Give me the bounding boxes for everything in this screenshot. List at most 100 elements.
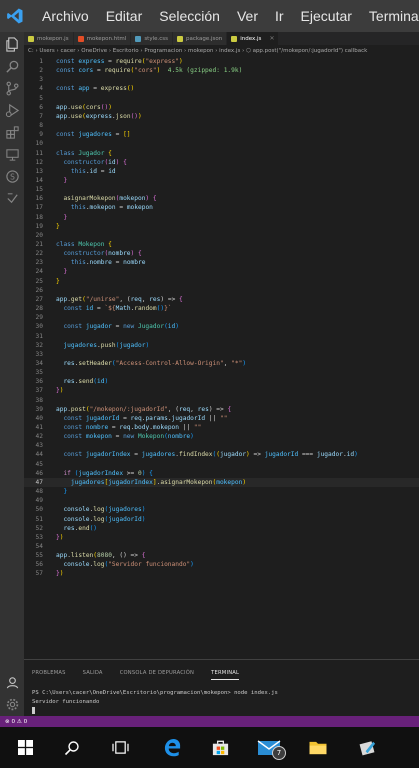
- tab-package-json[interactable]: package.json: [173, 32, 228, 45]
- menu-ver[interactable]: Ver: [237, 8, 258, 24]
- tab-terminal[interactable]: TERMINAL: [211, 670, 240, 680]
- remote-explorer-icon[interactable]: [3, 145, 21, 163]
- code-line[interactable]: 9 const jugadores = []: [24, 130, 419, 139]
- store-icon[interactable]: [205, 727, 235, 768]
- terminal-output[interactable]: PS C:\Users\cacer\OneDrive\Escritorio\pr…: [32, 689, 278, 716]
- code-line[interactable]: 8: [24, 121, 419, 130]
- code-line[interactable]: 1 const express = require("express"): [24, 57, 419, 66]
- code-line[interactable]: 23 this.nombre = nombre: [24, 258, 419, 267]
- code-line[interactable]: 50 console.log(jugadores): [24, 505, 419, 514]
- code-line[interactable]: 38: [24, 396, 419, 405]
- code-line[interactable]: 26: [24, 286, 419, 295]
- tab-style-css[interactable]: style.css: [131, 32, 174, 45]
- task-view-icon[interactable]: [105, 727, 135, 768]
- breadcrumb[interactable]: C: › Users › cacer › OneDrive › Escritor…: [24, 45, 419, 56]
- settings-gear-icon[interactable]: [3, 695, 21, 713]
- code-line[interactable]: 17 this.mokepon = mokepon: [24, 203, 419, 212]
- code-line[interactable]: 24 }: [24, 267, 419, 276]
- code-token: app: [78, 85, 90, 93]
- tab-mokepon-js[interactable]: mokepon.js: [24, 32, 74, 45]
- code-line[interactable]: 11 class Jugador {: [24, 149, 419, 158]
- code-line[interactable]: 40 const jugadorId = req.params.jugadorI…: [24, 414, 419, 423]
- code-line[interactable]: 41 const nombre = req.body.mokepon || "": [24, 423, 419, 432]
- code-line[interactable]: 19}: [24, 222, 419, 231]
- code-line[interactable]: 20: [24, 231, 419, 240]
- file-explorer-icon[interactable]: [303, 727, 333, 768]
- run-debug-icon[interactable]: [3, 101, 21, 119]
- code-line[interactable]: 3: [24, 75, 419, 84]
- live-share-icon[interactable]: S: [3, 167, 21, 185]
- code-line[interactable]: 7 app.use(express.json()): [24, 112, 419, 121]
- account-icon[interactable]: [3, 673, 21, 691]
- code-line[interactable]: 36 res.send(id): [24, 377, 419, 386]
- close-tab-icon[interactable]: ✕: [269, 35, 274, 42]
- code-line[interactable]: 28 const id = `${Math.random()}`: [24, 304, 419, 313]
- code-line[interactable]: 51 console.log(jugadorId): [24, 515, 419, 524]
- code-line[interactable]: 5: [24, 94, 419, 103]
- code-line[interactable]: 21 class Mokepon {: [24, 240, 419, 249]
- testing-icon[interactable]: [3, 189, 21, 207]
- notes-icon[interactable]: [352, 727, 382, 768]
- tab-salida[interactable]: SALIDA: [83, 670, 103, 680]
- code-line[interactable]: 18 }: [24, 213, 419, 222]
- code-line[interactable]: 4 const app = express(): [24, 84, 419, 93]
- code-line[interactable]: 33: [24, 350, 419, 359]
- menu-ir[interactable]: Ir: [275, 8, 284, 24]
- edge-icon[interactable]: [157, 727, 187, 768]
- code-line[interactable]: 55 app.listen(8080, () => {: [24, 551, 419, 560]
- code-line[interactable]: 27 app.get("/unirse", (req, res) => {: [24, 295, 419, 304]
- code-line[interactable]: 14 }: [24, 176, 419, 185]
- code-line[interactable]: 48 }: [24, 487, 419, 496]
- code-line[interactable]: 57}): [24, 569, 419, 578]
- files-icon[interactable]: [3, 35, 21, 53]
- code-editor[interactable]: 1 const express = require("express") 2 cons…: [24, 56, 419, 659]
- problems-status[interactable]: ⊗ 0 ⚠ 0: [5, 719, 27, 725]
- tab-problemas[interactable]: PROBLEMAS: [32, 670, 66, 680]
- code-line[interactable]: 53}): [24, 533, 419, 542]
- tab-mokepon-html[interactable]: mokepon.html: [73, 32, 132, 45]
- extensions-icon[interactable]: [3, 123, 21, 141]
- code-line[interactable]: 37}): [24, 386, 419, 395]
- code-line[interactable]: 16 asignarMokepon(mokepon) {: [24, 194, 419, 203]
- code-line[interactable]: 42 const mokepon = new Mokepon(nombre): [24, 432, 419, 441]
- code-line[interactable]: 6 app.use(cors()): [24, 103, 419, 112]
- vscode-logo-icon[interactable]: [0, 0, 30, 32]
- tab-index-js[interactable]: index.js ✕: [227, 32, 280, 45]
- code-line[interactable]: 44 const jugadorIndex = jugadores.findIn…: [24, 450, 419, 459]
- code-line[interactable]: 46 if (jugadorIndex >= 0) {: [24, 469, 419, 478]
- code-line[interactable]: 52 res.end(): [24, 524, 419, 533]
- code-line[interactable]: 39 app.post("/mokepon/:jugadorId", (req, …: [24, 405, 419, 414]
- mail-icon[interactable]: 7: [253, 727, 286, 768]
- search-icon[interactable]: [3, 57, 21, 75]
- code-line[interactable]: 15: [24, 185, 419, 194]
- menu-editar[interactable]: Editar: [106, 8, 143, 24]
- code-line[interactable]: 49: [24, 496, 419, 505]
- tab-consola-depuracion[interactable]: CONSOLA DE DEPURACIÓN: [120, 670, 194, 680]
- code-line[interactable]: 43: [24, 441, 419, 450]
- code-line[interactable]: 56 console.log("Servidor funcionando"): [24, 560, 419, 569]
- code-line[interactable]: 32 jugadores.push(jugador): [24, 341, 419, 350]
- source-control-icon[interactable]: [3, 79, 21, 97]
- code-line[interactable]: 30 const jugador = new Jugador(id): [24, 322, 419, 331]
- menu-ejecutar[interactable]: Ejecutar: [301, 8, 352, 24]
- code-line[interactable]: 2 const cors = require("cors") 4.5k (gzip…: [24, 66, 419, 75]
- code-line[interactable]: 29: [24, 313, 419, 322]
- code-text: class Jugador {: [56, 150, 112, 157]
- code-line[interactable]: 10: [24, 139, 419, 148]
- code-line[interactable]: 22 constructor(nombre) {: [24, 249, 419, 258]
- windows-start-icon[interactable]: [10, 727, 40, 768]
- code-line[interactable]: 45: [24, 460, 419, 469]
- code-line[interactable]: 54: [24, 542, 419, 551]
- menu-seleccion[interactable]: Selección: [159, 8, 220, 24]
- search-icon[interactable]: [57, 727, 87, 768]
- code-line[interactable]: 35: [24, 368, 419, 377]
- code-line[interactable]: 13 this.id = id: [24, 167, 419, 176]
- code-line[interactable]: 47 jugadores[jugadorIndex].asignarMokepo…: [24, 477, 419, 487]
- menu-terminal[interactable]: Terminal: [369, 8, 419, 24]
- code-line[interactable]: 31: [24, 332, 419, 341]
- code-line[interactable]: 25}: [24, 277, 419, 286]
- code-line[interactable]: 34 res.setHeader("Access-Control-Allow-O…: [24, 359, 419, 368]
- menu-archivo[interactable]: Archivo: [42, 8, 89, 24]
- code-token: ): [59, 570, 64, 578]
- code-line[interactable]: 12 constructor(id) {: [24, 158, 419, 167]
